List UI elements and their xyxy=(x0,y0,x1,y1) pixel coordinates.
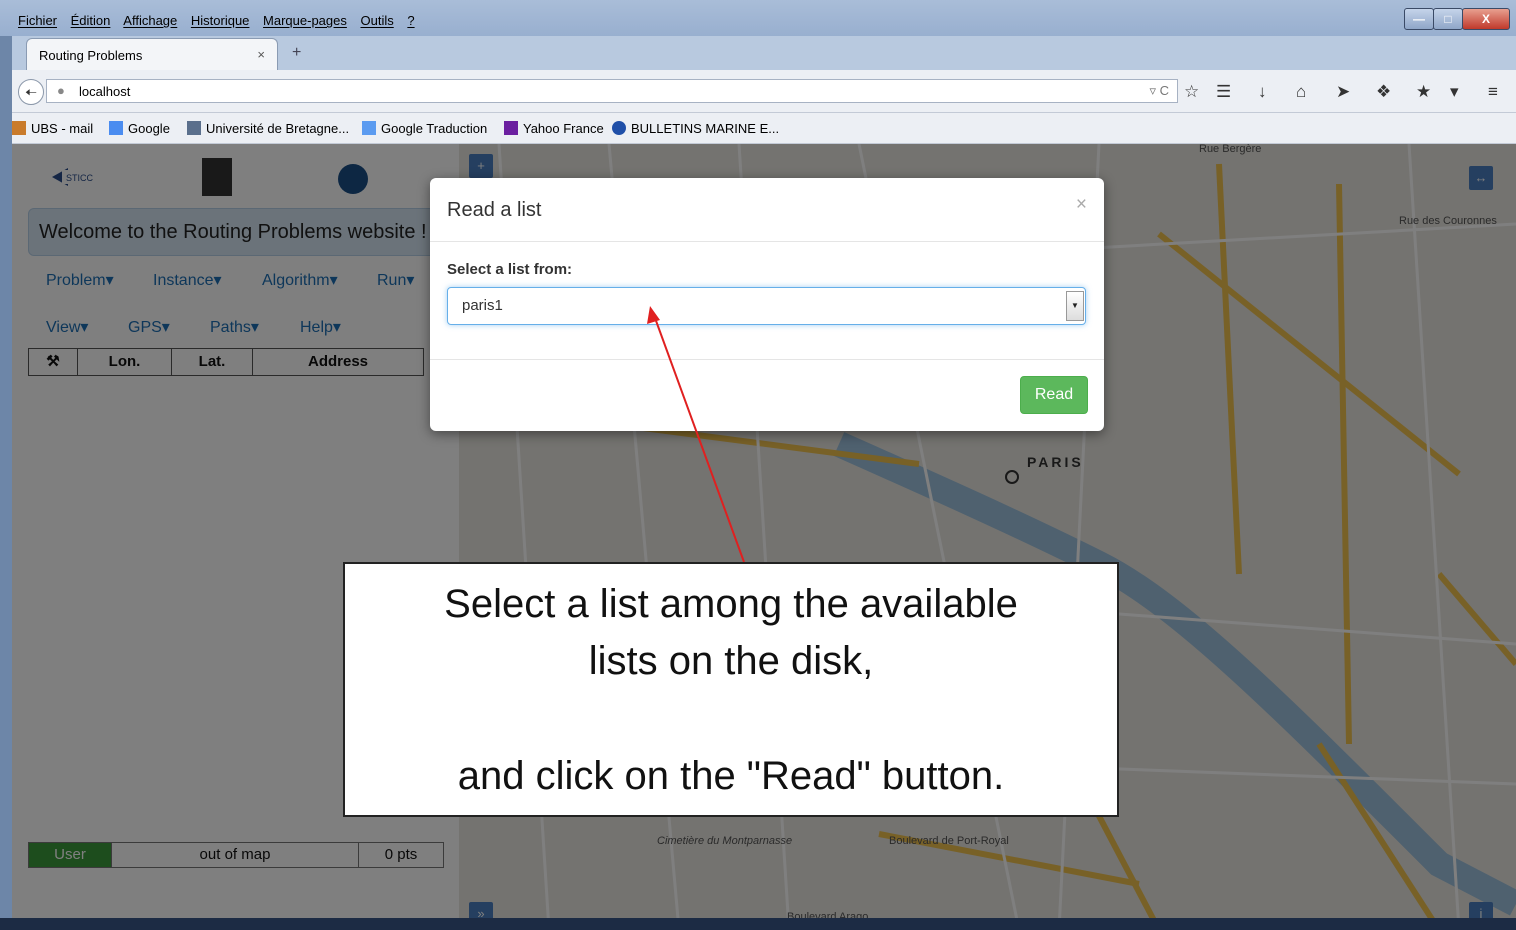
instruction-callout: Select a list among the available lists … xyxy=(343,562,1119,817)
instruction-line-1: Select a list among the available xyxy=(444,582,1018,626)
os-taskbar xyxy=(0,918,1516,930)
instruction-line-2: lists on the disk, xyxy=(588,639,874,683)
browser-window: Fichier Édition Affichage Historique Mar… xyxy=(0,0,1516,930)
instruction-line-3: and click on the "Read" button. xyxy=(457,754,1005,798)
